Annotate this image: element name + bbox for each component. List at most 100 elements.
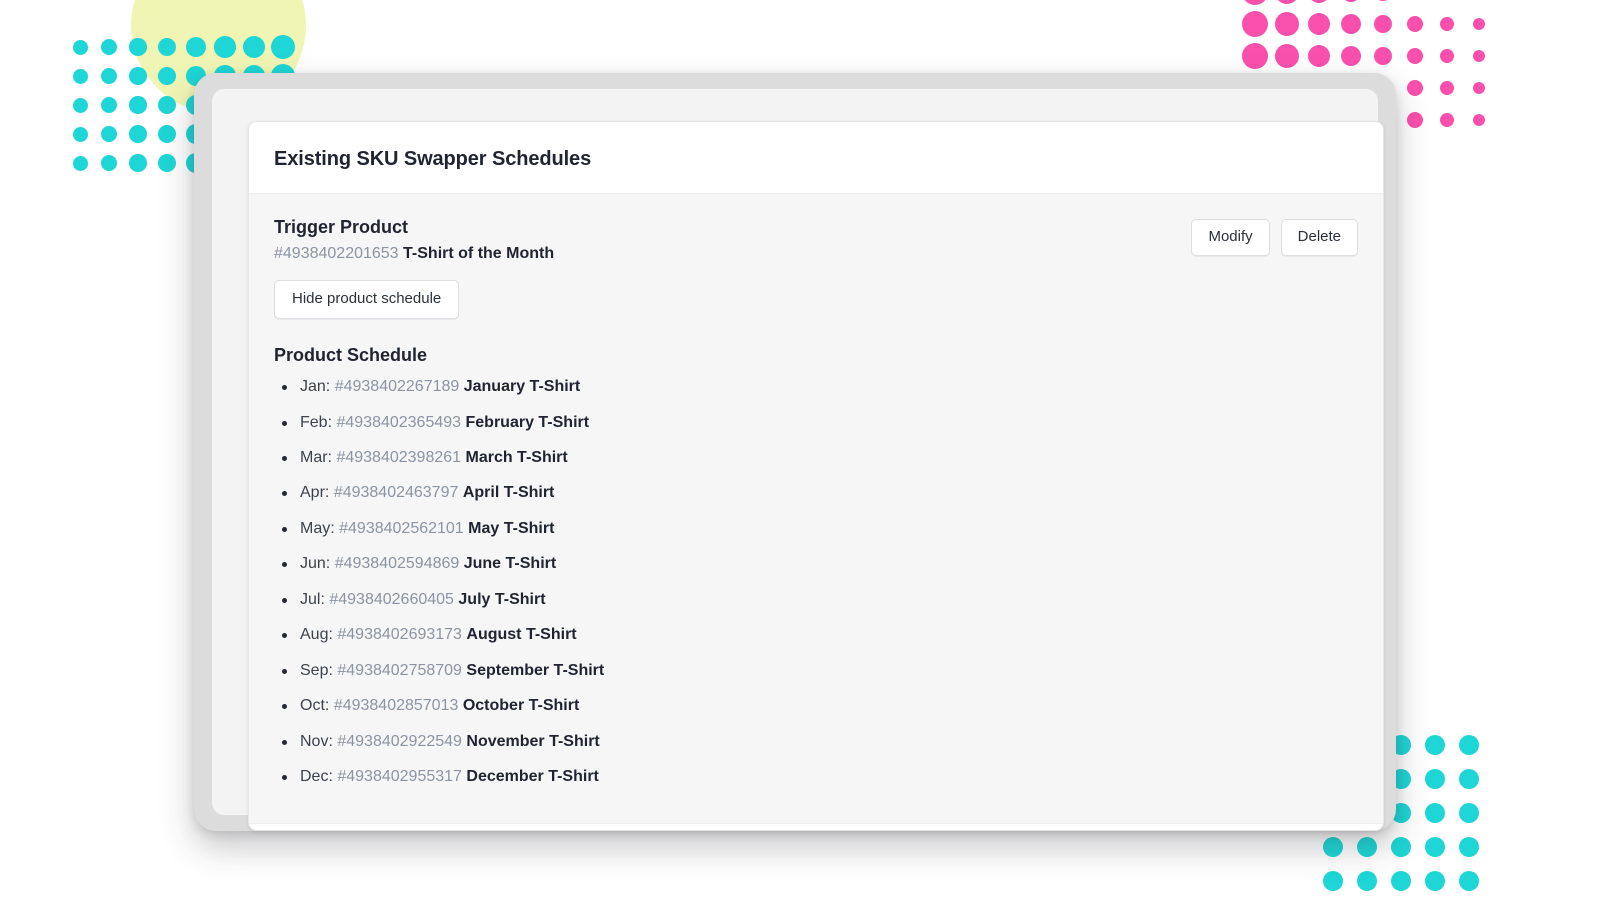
- product-schedule-list: Jan: #4938402267189 January T-Shirt Feb: …: [274, 377, 1358, 788]
- decor-dot: [1459, 837, 1479, 857]
- decor-dot: [129, 154, 147, 172]
- decor-dot: [157, 66, 177, 86]
- decor-dot: [1472, 81, 1486, 95]
- decor-dot: [1357, 837, 1377, 857]
- decor-dot: [1340, 0, 1362, 3]
- schedule-month-label: Feb:: [300, 413, 333, 431]
- decor-dot: [1242, 11, 1268, 37]
- schedule-item-product: June T-Shirt: [463, 555, 557, 573]
- schedule-item-product: November T-Shirt: [466, 732, 600, 750]
- decor-dot: [100, 38, 118, 56]
- trigger-actions: Modify Delete: [1191, 216, 1358, 256]
- device-frame-outer: Existing SKU Swapper Schedules Trigger P…: [194, 73, 1396, 831]
- decor-dot: [157, 95, 177, 115]
- schedule-item-sku: #4938402267189: [334, 378, 460, 396]
- decor-dot: [72, 68, 88, 84]
- schedule-list-item: Nov: #4938402922549 November T-Shirt: [282, 732, 1358, 752]
- schedule-item-product: September T-Shirt: [466, 661, 605, 679]
- trigger-product-sku: #4938402201653: [274, 244, 399, 262]
- schedule-item-sku: #4938402660405: [329, 590, 454, 608]
- decor-dot: [1472, 17, 1486, 31]
- decor-dot: [1459, 803, 1479, 823]
- product-schedule-heading: Product Schedule: [274, 345, 428, 366]
- schedules-card: Existing SKU Swapper Schedules Trigger P…: [248, 121, 1384, 831]
- decor-dot: [185, 36, 207, 58]
- schedule-month-label: Jan:: [300, 378, 331, 396]
- decor-dot: [1274, 43, 1300, 69]
- schedule-month-label: Oct:: [300, 697, 330, 715]
- schedule-list-item: May: #4938402562101 May T-Shirt: [282, 519, 1358, 539]
- card-header: Existing SKU Swapper Schedules: [249, 122, 1383, 193]
- decor-dot: [100, 67, 118, 85]
- decor-dot: [1425, 871, 1445, 891]
- schedule-list-item: Apr: #4938402463797 April T-Shirt: [282, 483, 1358, 503]
- decor-dot: [1323, 837, 1343, 857]
- schedule-list-item: Sep: #4938402758709 September T-Shirt: [282, 661, 1358, 681]
- decor-dot: [242, 35, 266, 59]
- schedule-item-product: October T-Shirt: [462, 697, 580, 715]
- schedule-list-item: Jan: #4938402267189 January T-Shirt: [282, 377, 1358, 397]
- modify-button[interactable]: Modify: [1191, 219, 1270, 256]
- trigger-product-info: Trigger Product #4938402201653 T-Shirt o…: [274, 216, 555, 320]
- decor-dot: [1459, 735, 1479, 755]
- trigger-product-heading: Trigger Product: [274, 217, 409, 237]
- schedule-item-product: August T-Shirt: [466, 626, 577, 644]
- decor-dot: [270, 34, 296, 60]
- schedule-month-label: Sep:: [300, 661, 333, 679]
- trigger-product-name: T-Shirt of the Month: [403, 244, 555, 262]
- decor-dot: [1472, 113, 1486, 127]
- schedule-item-sku: #4938402758709: [337, 661, 462, 679]
- schedule-list-item: Jun: #4938402594869 June T-Shirt: [282, 554, 1358, 574]
- decor-dot: [1459, 769, 1479, 789]
- schedule-item-product: April T-Shirt: [462, 484, 555, 502]
- decor-dot: [1439, 112, 1455, 128]
- decor-dot: [1307, 12, 1331, 36]
- decor-dot: [214, 36, 236, 58]
- decor-dot: [1242, 43, 1268, 69]
- decor-dot: [1439, 48, 1455, 64]
- decor-dot: [1406, 111, 1424, 129]
- decor-dot: [157, 153, 177, 173]
- decor-dot: [1439, 80, 1455, 96]
- decor-dot: [1340, 45, 1362, 67]
- decor-dot: [1340, 13, 1362, 35]
- schedule-item-product: July T-Shirt: [458, 590, 546, 608]
- schedule-item-product: December T-Shirt: [466, 768, 599, 786]
- schedule-list-item: Mar: #4938402398261 March T-Shirt: [282, 448, 1358, 468]
- decor-dot: [1274, 11, 1300, 37]
- decor-dot: [1307, 44, 1331, 68]
- schedule-item-sku: #4938402922549: [337, 732, 462, 750]
- decor-dot: [100, 154, 118, 172]
- schedule-item-product: January T-Shirt: [463, 378, 581, 396]
- schedule-list-item: Aug: #4938402693173 August T-Shirt: [282, 625, 1358, 645]
- schedule-item-sku: #4938402365493: [336, 413, 462, 431]
- card-footer: Add new schedule: [249, 823, 1383, 830]
- schedule-month-label: May:: [300, 519, 335, 537]
- schedule-month-label: Apr:: [300, 484, 330, 502]
- schedule-item-sku: #4938402693173: [337, 626, 462, 644]
- schedule-item-product: February T-Shirt: [465, 413, 590, 431]
- decor-dot: [1373, 0, 1393, 2]
- schedule-month-label: Nov:: [300, 732, 333, 750]
- hide-product-schedule-button[interactable]: Hide product schedule: [274, 280, 460, 320]
- schedule-month-label: Aug:: [300, 626, 333, 644]
- decor-dot: [1406, 79, 1424, 97]
- delete-button[interactable]: Delete: [1280, 219, 1358, 256]
- decor-dot: [72, 155, 88, 171]
- schedule-item-product: May T-Shirt: [468, 519, 555, 537]
- page-title: Existing SKU Swapper Schedules: [274, 148, 592, 170]
- trigger-product-section: Trigger Product #4938402201653 T-Shirt o…: [274, 216, 1358, 320]
- decor-dot: [1391, 837, 1411, 857]
- device-frame-inner: Existing SKU Swapper Schedules Trigger P…: [212, 89, 1384, 831]
- decor-dot: [72, 97, 88, 113]
- decor-dot: [1425, 769, 1445, 789]
- schedule-list-item: Oct: #4938402857013 October T-Shirt: [282, 696, 1358, 716]
- decor-dot: [129, 38, 147, 56]
- decor-dot: [1373, 14, 1393, 34]
- decor-dot: [1439, 16, 1455, 32]
- decor-dot: [1406, 15, 1424, 33]
- decor-dot: [1425, 837, 1445, 857]
- decor-dot: [100, 96, 118, 114]
- schedule-list-item: Feb: #4938402365493 February T-Shirt: [282, 413, 1358, 433]
- decor-dot: [1406, 47, 1424, 65]
